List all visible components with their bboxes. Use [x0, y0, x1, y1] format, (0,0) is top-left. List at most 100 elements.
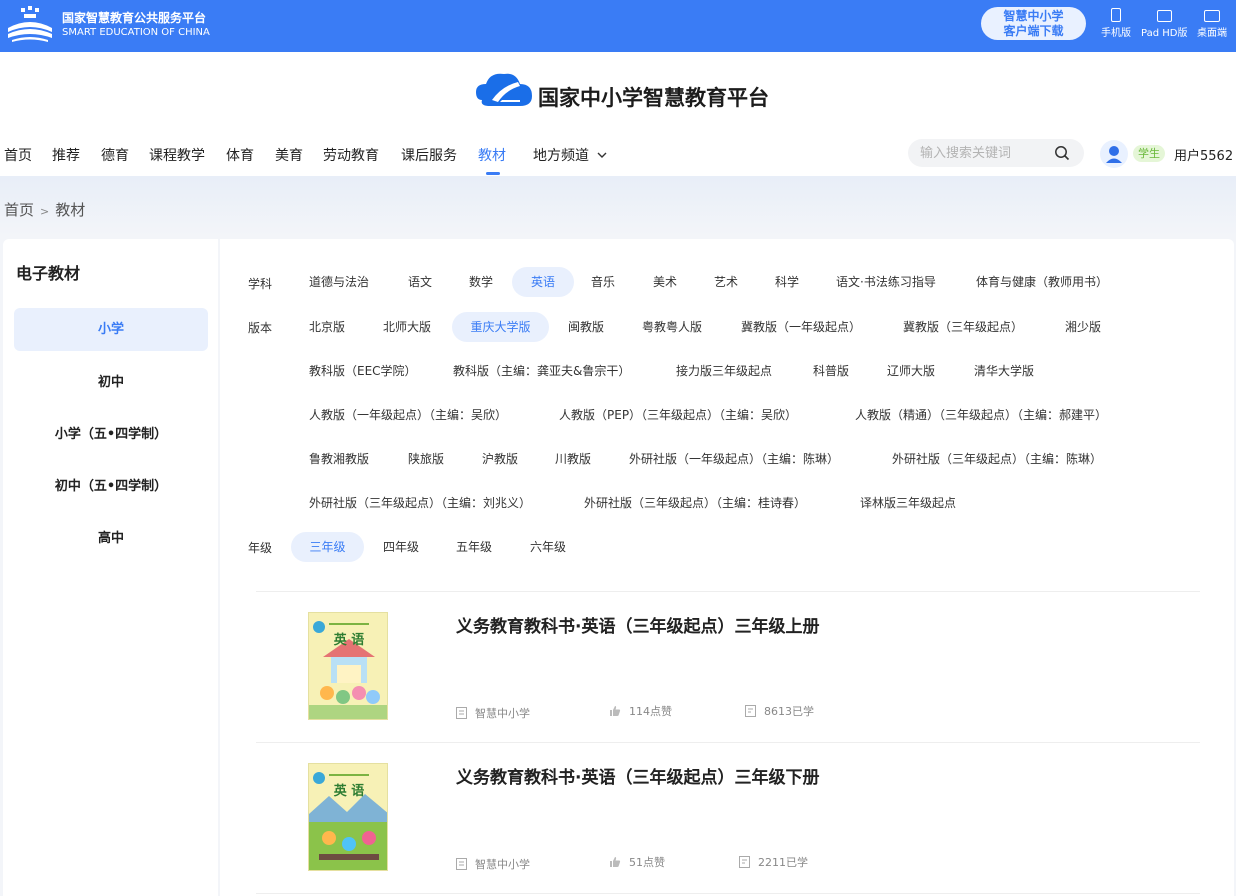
platform-title: 国家智慧教育公共服务平台: [62, 11, 207, 25]
edition-option[interactable]: 人教版（一年级起点）（主编：吴欣）: [309, 400, 507, 430]
book-cover[interactable]: 英 语: [308, 763, 388, 871]
edition-option[interactable]: 人教版（PEP）（三年级起点）（主编：吴欣）: [559, 400, 797, 430]
subject-option[interactable]: 道德与法治: [309, 267, 369, 297]
avatar[interactable]: [1100, 140, 1128, 168]
breadcrumb-home[interactable]: 首页: [4, 201, 34, 219]
nav-item-sports[interactable]: 体育: [226, 145, 254, 165]
publisher-icon: [456, 858, 467, 870]
learners-icon: [739, 856, 750, 868]
edition-option[interactable]: 教科版（主编：龚亚夫&鲁宗干）: [453, 356, 630, 386]
edition-option[interactable]: 冀教版（一年级起点）: [741, 312, 861, 342]
edition-option[interactable]: 接力版三年级起点: [676, 356, 772, 386]
sidebar-item-primary-54[interactable]: 小学（五•四学制）: [14, 413, 208, 456]
thumbs-up-icon: [610, 706, 621, 716]
search-input[interactable]: [920, 144, 1048, 162]
local-channel-label: 地方频道: [533, 148, 589, 164]
edition-option-active[interactable]: 重庆大学版: [452, 312, 549, 342]
edition-option[interactable]: 粤教粤人版: [642, 312, 702, 342]
subject-option[interactable]: 艺术: [714, 267, 738, 297]
nav-item-recommend[interactable]: 推荐: [52, 145, 80, 165]
thumbs-up-icon: [610, 857, 621, 867]
edition-option[interactable]: 教科版（EEC学院）: [309, 356, 417, 386]
edition-option[interactable]: 川教版: [555, 444, 591, 474]
nav-item-home[interactable]: 首页: [4, 145, 32, 165]
phone-icon: [1111, 8, 1121, 22]
edition-option[interactable]: 辽师大版: [887, 356, 935, 386]
breadcrumb-separator: >: [40, 205, 50, 218]
subject-option[interactable]: 音乐: [591, 267, 615, 297]
nav-item-after-school[interactable]: 课后服务: [401, 145, 457, 165]
edition-option[interactable]: 人教版（精通）（三年级起点）（主编：郝建平）: [855, 400, 1107, 430]
edition-option[interactable]: 冀教版（三年级起点）: [903, 312, 1023, 342]
book-cover[interactable]: 英 语: [308, 612, 388, 720]
username[interactable]: 用户5562: [1174, 145, 1233, 164]
nav-item-courses[interactable]: 课程教学: [149, 145, 205, 165]
sidebar-item-senior[interactable]: 高中: [14, 517, 208, 560]
book-item[interactable]: 英 语 义务教育教科书·英语（三年级起点）三年级下册 智慧中小学 51点赞 22…: [256, 743, 1200, 893]
breadcrumb: 首页 > 教材: [4, 199, 85, 220]
edition-option[interactable]: 外研社版（三年级起点）（主编：桂诗春）: [584, 488, 806, 518]
edition-option[interactable]: 鲁教湘教版: [309, 444, 369, 474]
edition-option[interactable]: 清华大学版: [974, 356, 1034, 386]
desktop-version-link[interactable]: 桌面端: [1197, 8, 1227, 39]
grade-option[interactable]: 四年级: [383, 532, 419, 562]
book-title[interactable]: 义务教育教科书·英语（三年级起点）三年级上册: [456, 612, 819, 637]
edition-option[interactable]: 北师大版: [383, 312, 431, 342]
book-learners: 2211已学: [739, 854, 808, 870]
platform-logo-icon: [8, 6, 52, 42]
book-likes-label: 114点赞: [629, 705, 672, 718]
grade-label: 年级: [248, 541, 273, 555]
nav-item-local-channel[interactable]: 地方频道: [533, 145, 607, 165]
book-likes: 114点赞: [609, 703, 672, 719]
edition-option[interactable]: 沪教版: [482, 444, 518, 474]
grade-option[interactable]: 六年级: [530, 532, 566, 562]
search-box[interactable]: [908, 139, 1084, 167]
subject-option[interactable]: 体育与健康（教师用书）: [976, 267, 1108, 297]
subject-option[interactable]: 语文·书法练习指导: [836, 267, 936, 297]
sidebar: 电子教材 小学 初中 小学（五•四学制） 初中（五•四学制） 高中: [3, 239, 218, 896]
phone-version-link[interactable]: 手机版: [1101, 8, 1131, 39]
site-name: 国家中小学智慧教育平台: [538, 85, 769, 110]
chevron-down-icon: [597, 152, 607, 158]
sidebar-item-primary[interactable]: 小学: [14, 308, 208, 351]
sidebar-item-junior-54[interactable]: 初中（五•四学制）: [14, 465, 208, 508]
nav-item-textbooks[interactable]: 教材: [478, 145, 506, 165]
grade-option[interactable]: 五年级: [456, 532, 492, 562]
edition-option[interactable]: 科普版: [813, 356, 849, 386]
download-line-1: 智慧中小学: [1003, 9, 1064, 23]
subject-option[interactable]: 语文: [408, 267, 432, 297]
book-likes-label: 51点赞: [629, 856, 665, 869]
edition-option[interactable]: 外研社版（一年级起点）（主编：陈琳）: [629, 444, 839, 474]
desktop-version-label: 桌面端: [1197, 28, 1227, 39]
subject-option[interactable]: 科学: [775, 267, 799, 297]
tablet-icon: [1156, 10, 1172, 22]
subject-option[interactable]: 数学: [469, 267, 493, 297]
search-icon[interactable]: [1054, 145, 1070, 161]
pad-version-link[interactable]: Pad HD版: [1141, 8, 1187, 39]
edition-option[interactable]: 北京版: [309, 312, 345, 342]
subject-label: 学科: [248, 277, 273, 291]
nav-item-labor[interactable]: 劳动教育: [323, 145, 379, 165]
edition-option[interactable]: 外研社版（三年级起点）（主编：刘兆义）: [309, 488, 531, 518]
platform-subtitle: SMART EDUCATION OF CHINA: [62, 27, 210, 38]
edition-option[interactable]: 湘少版: [1065, 312, 1101, 342]
client-download-button[interactable]: 智慧中小学 客户端下载: [981, 7, 1086, 40]
edition-option[interactable]: 外研社版（三年级起点）（主编：陈琳）: [892, 444, 1102, 474]
nav-item-moral[interactable]: 德育: [101, 145, 129, 165]
nav-item-arts[interactable]: 美育: [275, 145, 303, 165]
book-learners-label: 2211已学: [758, 856, 808, 869]
grade-option-active[interactable]: 三年级: [291, 532, 364, 562]
pad-version-label: Pad HD版: [1141, 28, 1188, 39]
sidebar-item-junior[interactable]: 初中: [14, 361, 208, 404]
subject-option[interactable]: 美术: [653, 267, 677, 297]
book-title[interactable]: 义务教育教科书·英语（三年级起点）三年级下册: [456, 763, 819, 788]
edition-option[interactable]: 闽教版: [568, 312, 604, 342]
book-item[interactable]: 英 语 义务教育教科书·英语（三年级起点）三年级上册 智慧中小学 114点赞 8…: [256, 592, 1200, 742]
book-publisher: 智慧中小学: [456, 705, 530, 721]
book-publisher: 智慧中小学: [456, 856, 530, 872]
edition-option[interactable]: 译林版三年级起点: [860, 488, 956, 518]
edition-option[interactable]: 陕旅版: [408, 444, 444, 474]
book-learners: 8613已学: [745, 703, 814, 719]
edition-label: 版本: [248, 321, 273, 335]
subject-option-active[interactable]: 英语: [512, 267, 574, 297]
